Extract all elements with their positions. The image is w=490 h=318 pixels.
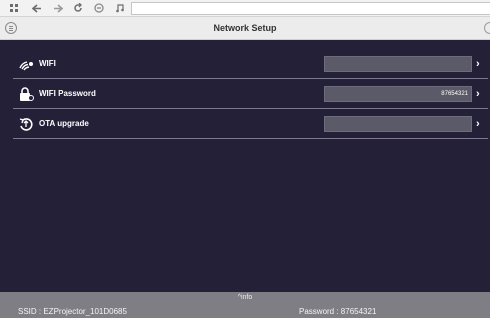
forward-arrow-icon[interactable] xyxy=(50,1,66,15)
wifi-value-field[interactable] xyxy=(324,56,472,72)
apps-grid-icon[interactable] xyxy=(6,1,22,15)
password-text: Password : 87654321 xyxy=(299,307,377,316)
setting-row-wifi-password[interactable]: WIFI Password 87654321 › xyxy=(13,79,488,109)
ssid-text: SSID : EZProjector_101D0685 xyxy=(18,307,127,316)
browser-toolbar xyxy=(0,0,490,17)
setting-label: WIFI xyxy=(39,59,56,68)
settings-circle-icon[interactable] xyxy=(484,22,490,34)
upgrade-icon xyxy=(18,116,34,132)
setting-row-ota-upgrade[interactable]: OTA upgrade › xyxy=(13,109,488,139)
setting-label: OTA upgrade xyxy=(39,119,89,128)
info-toggle[interactable]: ^info xyxy=(0,294,490,301)
info-footer: ^info SSID : EZProjector_101D0685 Passwo… xyxy=(0,292,490,318)
info-toggle-label: info xyxy=(241,294,253,301)
back-arrow-icon[interactable] xyxy=(29,1,45,15)
stop-icon[interactable] xyxy=(91,1,107,15)
chevron-right-icon[interactable]: › xyxy=(476,109,480,139)
wifi-password-field[interactable]: 87654321 xyxy=(324,86,472,102)
music-note-icon[interactable] xyxy=(112,1,128,15)
lock-icon xyxy=(18,86,34,102)
app-header: Network Setup xyxy=(0,17,490,40)
ota-upgrade-field[interactable] xyxy=(324,116,472,132)
refresh-icon[interactable] xyxy=(70,1,86,15)
setting-row-wifi[interactable]: WIFI › xyxy=(13,49,488,79)
setting-label: WIFI Password xyxy=(39,89,96,98)
wifi-signal-icon xyxy=(18,56,34,72)
page-title: Network Setup xyxy=(213,23,277,33)
chevron-right-icon[interactable]: › xyxy=(476,79,480,109)
chevron-right-icon[interactable]: › xyxy=(476,49,480,79)
address-bar[interactable] xyxy=(131,2,490,15)
